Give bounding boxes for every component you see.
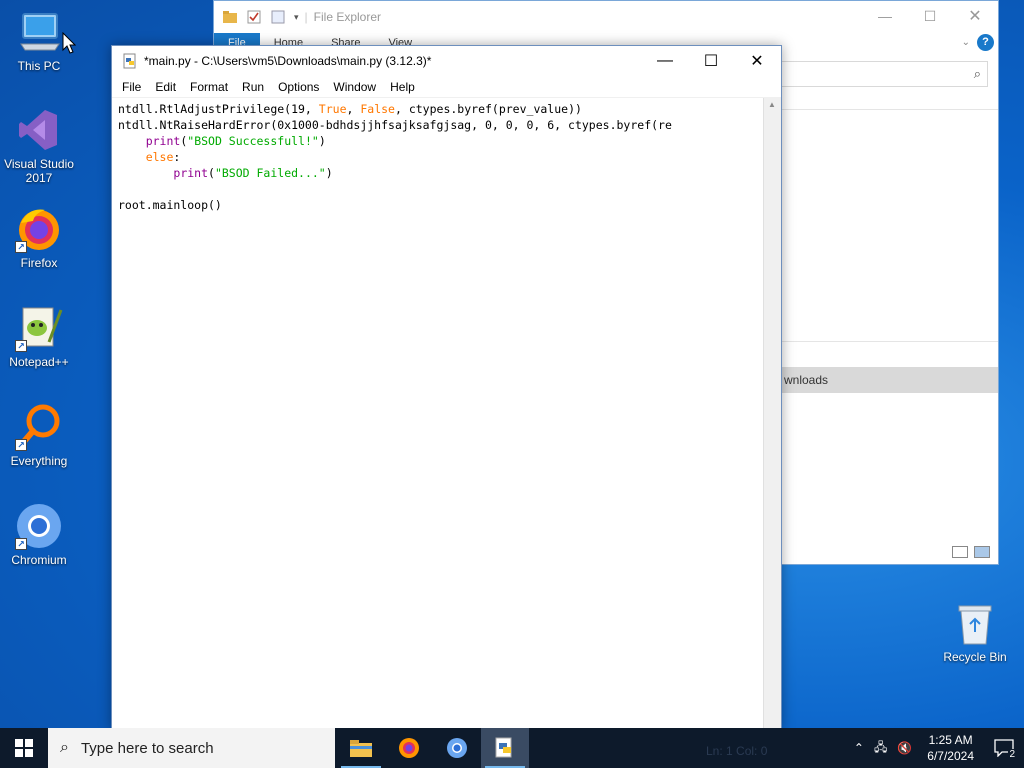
search-placeholder: Type here to search [80, 739, 214, 757]
desktop-icon-firefox[interactable]: ↗ Firefox [2, 205, 76, 270]
network-icon[interactable]: 🖧 [874, 738, 887, 759]
new-folder-icon[interactable] [270, 9, 286, 25]
python-icon [495, 737, 512, 758]
mouse-cursor-icon [62, 32, 76, 54]
notification-badge: 2 [1008, 749, 1016, 760]
menu-window[interactable]: Window [326, 80, 383, 94]
explorer-search-box[interactable]: ⌕ [773, 61, 988, 87]
folder-icon [350, 740, 372, 757]
search-icon: ⌕ [973, 66, 981, 81]
vertical-scrollbar[interactable]: ▲ [763, 98, 781, 729]
properties-icon[interactable] [246, 9, 262, 25]
menu-options[interactable]: Options [271, 80, 326, 94]
ghost-status-text: Ln: 1 Col: 0 [706, 744, 768, 758]
idle-editor-window[interactable]: *main.py - C:\Users\vm5\Downloads\main.p… [111, 45, 782, 730]
code-line: print("BSOD Successfull!") [145, 134, 326, 148]
desktop-icon-label: Visual Studio 2017 [4, 157, 74, 185]
taskbar-search-box[interactable]: ⌕ Type here to search [48, 728, 335, 768]
recycle-bin-icon [956, 602, 994, 646]
nav-item-downloads[interactable]: wnloads [782, 367, 998, 393]
this-pc-icon [15, 8, 63, 56]
notepad-plus-plus-icon: ↗ [15, 304, 63, 352]
everything-icon: ↗ [15, 403, 63, 451]
chevron-up-icon[interactable]: ⌃ [854, 741, 864, 755]
explorer-title: File Explorer [313, 10, 382, 24]
clock[interactable]: 1:25 AM 6/7/2024 [927, 732, 974, 764]
code-line: else: [145, 150, 181, 164]
ribbon-expand-icon[interactable]: ⌄ [962, 37, 970, 48]
code-line: ntdll.RtlAdjustPrivilege(19, True, False… [118, 102, 582, 116]
chromium-icon [447, 738, 467, 758]
divider [782, 341, 998, 342]
quick-access-dropdown-icon[interactable]: ▾ [294, 12, 299, 23]
desktop-icon-everything[interactable]: ↗ Everything [2, 403, 76, 468]
taskbar-python-idle[interactable] [481, 728, 529, 768]
window-title: *main.py - C:\Users\vm5\Downloads\main.p… [144, 54, 432, 68]
start-button[interactable] [0, 728, 48, 768]
code-line: ntdll.NtRaiseHardError(0x1000-bdhdsjjhfs… [118, 118, 672, 132]
shortcut-arrow-icon: ↗ [15, 439, 27, 451]
large-icons-view-icon[interactable] [974, 546, 990, 558]
help-icon[interactable]: ? [977, 34, 994, 51]
notification-center-button[interactable]: 2 [984, 728, 1024, 768]
taskbar-chromium[interactable] [433, 728, 481, 768]
shortcut-arrow-icon: ↗ [15, 241, 27, 253]
desktop-icon-notepad-plus-plus[interactable]: ↗ Notepad++ [2, 304, 76, 369]
maximize-button[interactable]: ☐ [688, 46, 734, 76]
desktop-icon-chromium[interactable]: ↗ Chromium [2, 502, 76, 567]
close-button[interactable]: ✕ [734, 46, 780, 76]
windows-logo-icon [15, 739, 33, 757]
taskbar-file-explorer[interactable] [337, 728, 385, 768]
menu-file[interactable]: File [115, 80, 148, 94]
desktop-icon-label: Everything [10, 454, 68, 468]
minimize-button[interactable]: — [642, 46, 688, 76]
firefox-icon: ↗ [15, 205, 63, 253]
explorer-minimize-button[interactable]: — [862, 1, 908, 31]
code-line: print("BSOD Failed...") [173, 166, 333, 180]
search-icon: ⌕ [60, 739, 69, 756]
desktop-icon-recycle-bin[interactable]: Recycle Bin [940, 602, 1010, 664]
details-view-icon[interactable] [952, 546, 968, 558]
taskbar: ⌕ Type here to search ⌃ 🖧 🔇 1:25 AM 6/7/… [0, 728, 1024, 768]
menu-help[interactable]: Help [383, 80, 422, 94]
scroll-up-icon[interactable]: ▲ [768, 100, 776, 109]
chromium-icon: ↗ [15, 502, 63, 550]
system-tray: ⌃ 🖧 🔇 1:25 AM 6/7/2024 2 [849, 728, 1024, 768]
desktop-icon-label: Firefox [20, 256, 58, 270]
shortcut-arrow-icon: ↗ [15, 538, 27, 550]
code-line: root.mainloop() [118, 198, 222, 212]
view-toggle [952, 546, 990, 558]
visual-studio-icon [15, 106, 63, 154]
menu-bar: File Edit Format Run Options Window Help [112, 76, 781, 98]
desktop-icon-label: Notepad++ [9, 355, 69, 369]
volume-muted-icon[interactable]: 🔇 [897, 741, 912, 755]
taskbar-firefox[interactable] [385, 728, 433, 768]
menu-edit[interactable]: Edit [148, 80, 183, 94]
shortcut-arrow-icon: ↗ [15, 340, 27, 352]
clock-date: 6/7/2024 [927, 749, 974, 763]
python-file-icon [122, 53, 138, 69]
desktop-icon-label: Chromium [11, 553, 67, 567]
explorer-close-button[interactable]: ✕ [952, 1, 998, 31]
firefox-icon [399, 738, 419, 758]
folder-icon [222, 9, 238, 25]
clock-time: 1:25 AM [928, 733, 973, 747]
divider [782, 109, 998, 110]
desktop-icon-label: Recycle Bin [943, 650, 1007, 664]
menu-format[interactable]: Format [183, 80, 235, 94]
explorer-maximize-button[interactable]: ☐ [907, 1, 953, 31]
code-editor[interactable]: ntdll.RtlAdjustPrivilege(19, True, False… [112, 98, 763, 729]
desktop-icon-visual-studio[interactable]: Visual Studio 2017 [2, 106, 76, 185]
desktop-icon-label: This PC [17, 59, 61, 73]
menu-run[interactable]: Run [235, 80, 271, 94]
